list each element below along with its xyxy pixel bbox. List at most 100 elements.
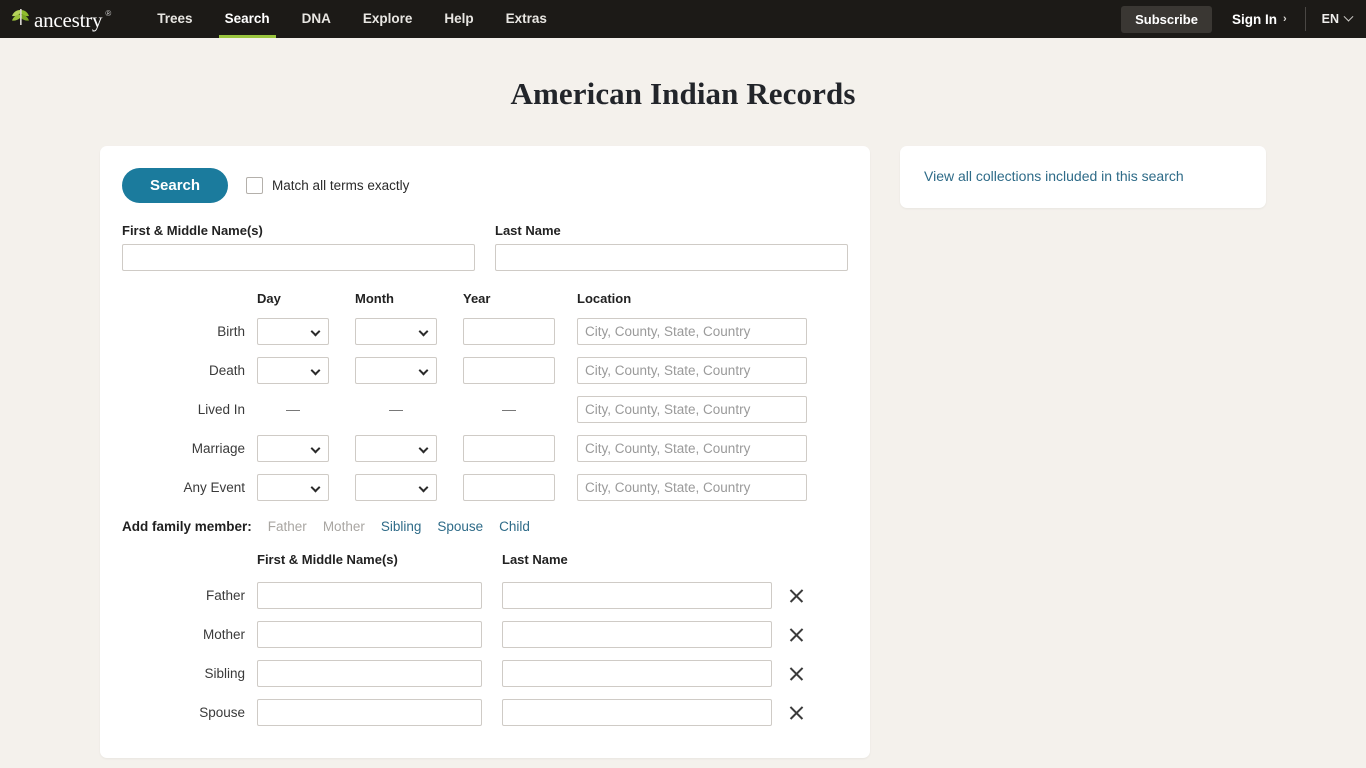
birth-day-select[interactable] [257, 318, 329, 345]
first-middle-name-input[interactable] [122, 244, 475, 271]
language-label: EN [1321, 12, 1339, 26]
column-header-day: Day [257, 291, 281, 306]
spouse-last-name-input[interactable] [502, 699, 772, 726]
event-label-marriage: Marriage [191, 441, 245, 456]
chevron-down-icon [310, 443, 321, 454]
sibling-first-name-input[interactable] [257, 660, 482, 687]
remove-sibling-icon[interactable] [786, 663, 808, 685]
sign-in-label: Sign In [1231, 11, 1277, 27]
any-event-day-select[interactable] [257, 474, 329, 501]
first-name-label: First & Middle Name(s) [122, 223, 263, 238]
last-name-label: Last Name [495, 223, 561, 238]
father-first-name-input[interactable] [257, 582, 482, 609]
lived-in-year-dash: — [502, 401, 516, 417]
father-last-name-input[interactable] [502, 582, 772, 609]
event-label-any-event: Any Event [183, 480, 245, 495]
add-family-father: Father [267, 519, 307, 534]
death-day-select[interactable] [257, 357, 329, 384]
last-name-input[interactable] [495, 244, 848, 271]
family-row-sibling: Sibling [122, 660, 848, 687]
birth-location-input[interactable] [577, 318, 807, 345]
event-row-death: Death [122, 357, 848, 384]
death-location-input[interactable] [577, 357, 807, 384]
view-all-collections-link[interactable]: View all collections included in this se… [924, 168, 1184, 184]
nav-divider [1304, 7, 1306, 31]
nav-item-extras[interactable]: Extras [490, 0, 563, 38]
nav-item-explore[interactable]: Explore [347, 0, 429, 38]
chevron-down-icon [310, 482, 321, 493]
main-nav-links: Trees Search DNA Explore Help Extras [141, 0, 563, 38]
primary-name-row: First & Middle Name(s) Last Name [122, 223, 848, 271]
spouse-first-name-input[interactable] [257, 699, 482, 726]
top-navigation-bar: ancestry ® Trees Search DNA Explore Help… [0, 0, 1366, 38]
match-exactly-checkbox[interactable] [246, 177, 264, 194]
chevron-down-icon [418, 443, 429, 454]
last-name-group: Last Name [495, 223, 848, 271]
event-grid: Day Month Year Location Birth Death [122, 291, 848, 501]
add-family-member-label: Add family member: [122, 519, 252, 534]
add-family-spouse[interactable]: Spouse [437, 519, 483, 534]
marriage-month-select[interactable] [355, 435, 437, 462]
search-form-card: Search Match all terms exactly First & M… [100, 146, 870, 758]
remove-mother-icon[interactable] [786, 624, 808, 646]
lived-in-month-dash: — [389, 401, 403, 417]
death-year-input[interactable] [463, 357, 555, 384]
column-header-year: Year [463, 291, 491, 306]
any-event-year-input[interactable] [463, 474, 555, 501]
sign-in-button[interactable]: Sign In › [1232, 12, 1287, 27]
mother-first-name-input[interactable] [257, 621, 482, 648]
marriage-location-input[interactable] [577, 435, 807, 462]
birth-year-input[interactable] [463, 318, 555, 345]
ancestry-logo[interactable]: ancestry ® [10, 7, 111, 32]
death-month-select[interactable] [355, 357, 437, 384]
marriage-year-input[interactable] [463, 435, 555, 462]
remove-spouse-icon[interactable] [786, 702, 808, 724]
family-row-mother: Mother [122, 621, 848, 648]
family-label-father: Father [205, 588, 245, 603]
nav-item-trees[interactable]: Trees [141, 0, 208, 38]
mother-last-name-input[interactable] [502, 621, 772, 648]
search-button[interactable]: Search [122, 168, 229, 203]
nav-item-dna[interactable]: DNA [286, 0, 347, 38]
family-row-spouse: Spouse [122, 699, 848, 726]
search-actions-row: Search Match all terms exactly [122, 168, 848, 203]
nav-right-group: Subscribe Sign In › EN [1121, 0, 1354, 38]
add-family-sibling[interactable]: Sibling [381, 519, 422, 534]
page-content: Search Match all terms exactly First & M… [0, 146, 1366, 758]
chevron-down-icon [418, 326, 429, 337]
family-member-grid: First & Middle Name(s) Last Name Father … [122, 548, 848, 726]
match-exactly-checkbox-wrapper[interactable]: Match all terms exactly [246, 177, 409, 194]
nav-item-search[interactable]: Search [209, 0, 286, 38]
column-header-month: Month [355, 291, 394, 306]
event-label-birth: Birth [217, 324, 245, 339]
add-family-child[interactable]: Child [499, 519, 530, 534]
chevron-right-icon: › [1282, 13, 1287, 25]
subscribe-button[interactable]: Subscribe [1121, 5, 1212, 33]
family-row-father: Father [122, 582, 848, 609]
family-label-spouse: Spouse [199, 705, 245, 720]
event-label-death: Death [208, 363, 245, 378]
family-column-header-first: First & Middle Name(s) [257, 551, 398, 567]
marriage-day-select[interactable] [257, 435, 329, 462]
language-selector[interactable]: EN [1321, 11, 1354, 26]
family-header-row: First & Middle Name(s) Last Name [122, 548, 848, 570]
birth-month-select[interactable] [355, 318, 437, 345]
add-family-mother: Mother [322, 519, 365, 534]
nav-item-help[interactable]: Help [428, 0, 489, 38]
chevron-down-icon [310, 365, 321, 376]
sibling-last-name-input[interactable] [502, 660, 772, 687]
column-header-location: Location [577, 291, 632, 306]
event-row-birth: Birth [122, 318, 848, 345]
remove-father-icon[interactable] [786, 585, 808, 607]
chevron-down-icon [1343, 11, 1354, 22]
chevron-down-icon [418, 482, 429, 493]
leaf-icon [10, 7, 32, 32]
lived-in-location-input[interactable] [577, 396, 807, 423]
any-event-location-input[interactable] [577, 474, 807, 501]
lived-in-day-dash: — [286, 401, 300, 417]
any-event-month-select[interactable] [355, 474, 437, 501]
logo-trademark: ® [105, 8, 112, 18]
collections-card: View all collections included in this se… [900, 146, 1266, 208]
event-grid-header-row: Day Month Year Location [122, 291, 848, 306]
event-row-marriage: Marriage [122, 435, 848, 462]
